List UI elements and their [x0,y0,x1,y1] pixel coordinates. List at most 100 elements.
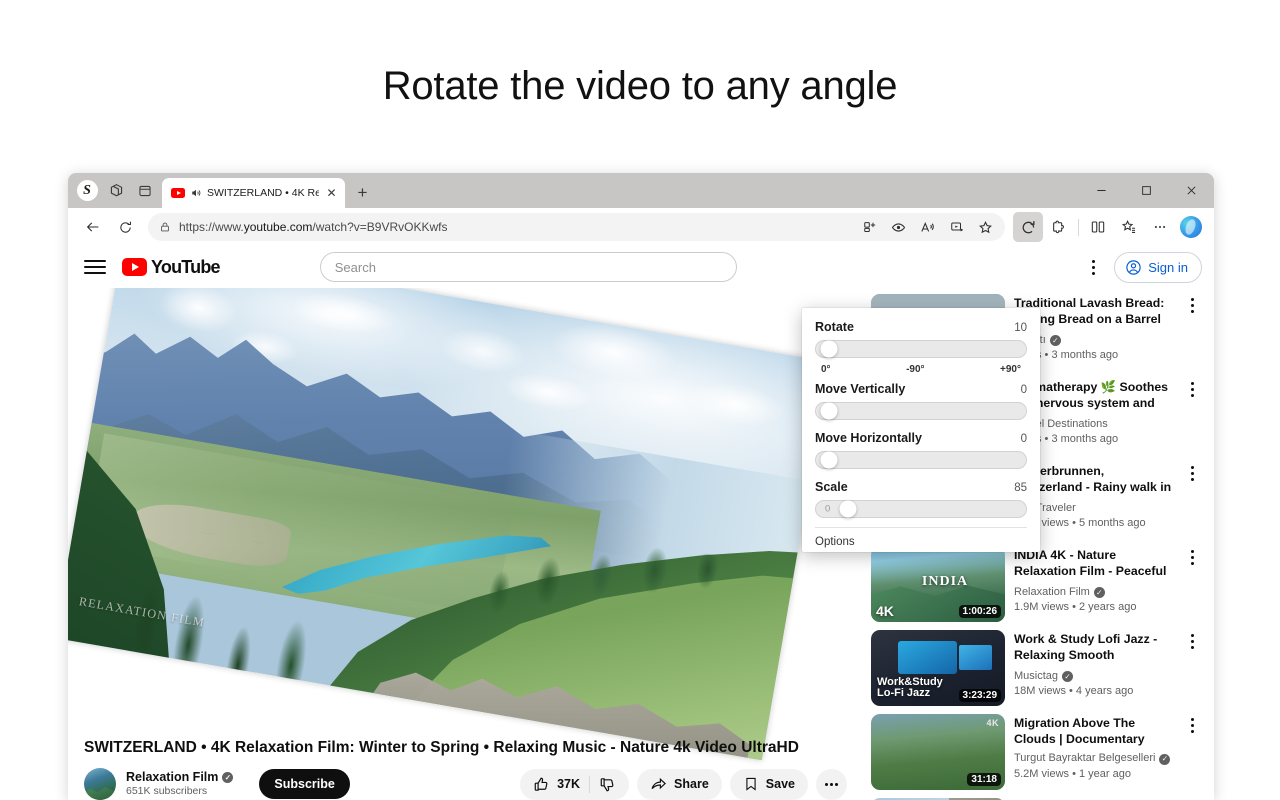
save-button[interactable]: Save [729,768,808,800]
browser-address-bar: https://www.youtube.com/watch?v=B9VRvOKK… [68,208,1214,246]
video-meta: SWITZERLAND • 4K Relaxation Film: Winter… [68,739,863,800]
recommendation-channel: Musictag ✓ [1014,669,1173,684]
scale-slider[interactable]: 0 [815,500,1027,518]
youtube-wordmark: YouTube [151,256,221,277]
reload-icon[interactable] [110,212,140,242]
copilot-icon[interactable] [1176,212,1206,242]
rotate-label: Rotate [815,320,854,334]
recommendation-stats: 18M views • 4 years ago [1014,685,1134,698]
rotate-extension-panel: Rotate 10 0 0° -90° +90° Move Vertically… [802,308,1040,552]
split-window-icon[interactable] [1083,212,1113,242]
slider-min-label: 0 [825,503,831,515]
thumbs-up-icon[interactable] [533,776,550,793]
recommendation-stats: 1.9M views • 2 years ago [1014,601,1137,614]
search-placeholder: Search [334,259,376,275]
move-vertically-slider-thumb[interactable] [820,402,838,420]
youtube-favicon [171,188,185,198]
options-link[interactable]: Options [815,528,1027,548]
address-input[interactable]: https://www.youtube.com/watch?v=B9VRvOKK… [148,213,1005,241]
read-aloud-icon[interactable] [914,214,941,240]
verified-badge-icon: ✓ [1093,587,1105,599]
recommendation-menu-icon[interactable] [1182,546,1202,622]
more-horizontal-icon[interactable] [816,768,847,800]
youtube-header-right: Sign in [1082,251,1202,283]
rotate-value: 10 [1014,322,1027,334]
tab-title: SWITZERLAND • 4K Relaxatio [207,187,319,199]
close-icon[interactable]: ✕ [324,186,339,201]
new-tab-button[interactable]: + [349,179,376,206]
favorites-icon[interactable] [1114,212,1144,242]
copilot-glyph [1180,216,1202,238]
recommendation-info: Migration Above The Clouds | Documentary… [1014,714,1173,790]
rotate-ticks: 0° -90° +90° [815,362,1027,375]
share-button[interactable]: Share [637,768,722,800]
search-input[interactable]: Search [319,252,737,282]
back-arrow-icon[interactable] [78,212,108,242]
list-item[interactable]: Work&Study Lo-Fi Jazz 3:23:29 Work & Stu… [871,630,1202,706]
thumbnail-caption: Work&Study Lo-Fi Jazz [877,675,943,700]
more-vertical-icon[interactable] [1082,254,1104,280]
sign-in-button[interactable]: Sign in [1114,251,1202,283]
like-count: 37K [557,777,581,791]
quality-badge: 4K [986,718,999,728]
recommendation-channel: Relaxation Film ✓ [1014,585,1173,600]
move-vertically-slider[interactable]: 0 [815,402,1027,420]
maximize-button[interactable] [1124,173,1169,208]
move-horizontally-slider[interactable]: 0 [815,451,1027,469]
video-owner-row: Relaxation Film ✓ 651K subscribers Subsc… [84,768,847,800]
video-thumbnail[interactable]: 4K 31:18 [871,714,1005,790]
rotate-slider-thumb[interactable] [820,340,838,358]
recommendation-menu-icon[interactable] [1182,714,1202,790]
page-title: Rotate the video to any angle [382,64,898,108]
split-screen-icon[interactable] [856,214,883,240]
scale-slider-thumb[interactable] [839,500,856,518]
list-item[interactable]: 4K 31:18 Migration Above The Clouds | Do… [871,714,1202,790]
favorite-star-icon[interactable] [972,214,999,240]
site-info-icon[interactable] [159,221,171,233]
omnibox-actions [856,214,999,240]
sign-in-label: Sign in [1148,259,1188,275]
rotate-extension-icon[interactable] [1013,212,1043,242]
channel-name-row[interactable]: Relaxation Film ✓ [126,770,234,786]
video-player[interactable]: RELAXATION FILM [68,288,831,761]
move-vertically-value: 0 [1020,384,1027,396]
move-vertically-label: Move Vertically [815,382,906,396]
video-thumbnail[interactable]: Work&Study Lo-Fi Jazz 3:23:29 [871,630,1005,706]
recommendation-menu-icon[interactable] [1182,462,1202,538]
move-horizontally-value: 0 [1020,433,1027,445]
action-divider [589,775,591,793]
move-horizontally-slider-thumb[interactable] [820,451,838,469]
share-arrow-icon [651,777,667,789]
browser-tab[interactable]: SWITZERLAND • 4K Relaxatio ✕ [162,178,345,208]
picture-in-picture-icon[interactable] [943,214,970,240]
youtube-logo[interactable]: YouTube [122,256,221,278]
subscribe-button[interactable]: Subscribe [259,769,350,799]
recommendation-menu-icon[interactable] [1182,294,1202,370]
verified-badge-icon: ✓ [1159,753,1171,765]
thumbs-down-icon[interactable] [599,776,616,793]
collections-icon[interactable] [103,178,129,204]
recommendation-menu-icon[interactable] [1182,378,1202,454]
avatar[interactable] [84,768,116,800]
tick-minus90: -90° [906,364,925,375]
minimize-button[interactable] [1079,173,1124,208]
settings-more-icon[interactable] [1145,212,1175,242]
scale-value: 85 [1014,482,1027,494]
tab-actions-icon[interactable] [132,178,158,204]
close-button[interactable] [1169,173,1214,208]
subscriber-count: 651K subscribers [126,785,208,798]
extensions-icon[interactable] [1044,212,1074,242]
speaker-icon[interactable] [190,187,202,199]
recommendation-menu-icon[interactable] [1182,630,1202,706]
profile-button[interactable]: S [74,178,100,204]
rotate-slider[interactable]: 0 [815,340,1027,358]
save-label: Save [765,777,795,791]
video-thumbnail[interactable]: 4K INDIA 1:00:26 [871,546,1005,622]
browser-window: S SWITZERLAND • 4K Relaxatio ✕ + [68,173,1214,800]
read-aloud-eye-icon[interactable] [885,214,912,240]
move-horizontally-row: Move Horizontally 0 [815,431,1027,445]
like-dislike-group[interactable]: 37K [520,768,630,800]
list-item[interactable]: 4K INDIA 1:00:26 INDIA 4K - Nature Relax… [871,546,1202,622]
hamburger-menu-icon[interactable] [84,260,106,274]
rotate-row: Rotate 10 [815,320,1027,334]
